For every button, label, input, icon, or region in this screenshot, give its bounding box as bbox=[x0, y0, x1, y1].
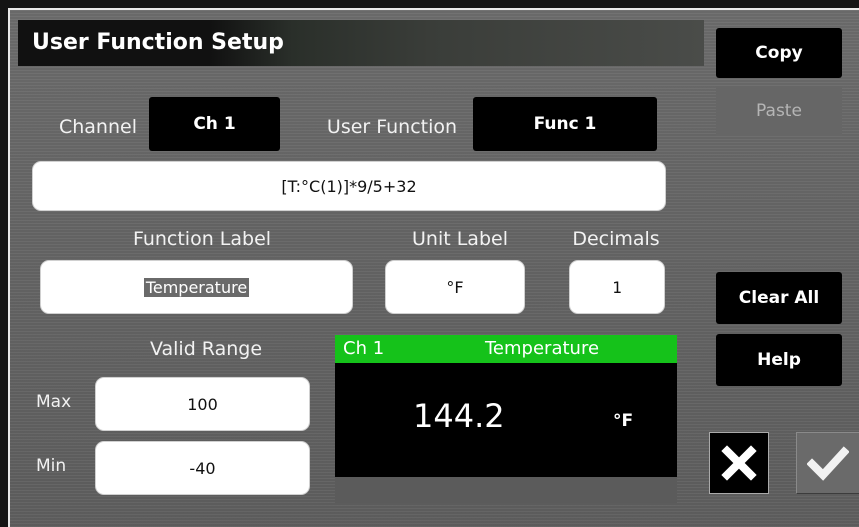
decimals-field[interactable]: 1 bbox=[569, 260, 665, 314]
max-label: Max bbox=[36, 392, 72, 412]
function-label-field[interactable]: Temperature bbox=[40, 260, 353, 314]
preview-unit: °F bbox=[613, 411, 634, 431]
min-field[interactable]: -40 bbox=[95, 441, 310, 495]
valid-range-heading: Valid Range bbox=[149, 338, 263, 360]
min-label: Min bbox=[36, 456, 67, 476]
reading-preview: Ch 1 Temperature 144.2 °F bbox=[335, 335, 677, 503]
check-icon bbox=[807, 446, 849, 481]
user-function-selector[interactable]: Func 1 bbox=[473, 97, 657, 151]
cancel-button[interactable] bbox=[709, 432, 769, 494]
help-button[interactable]: Help bbox=[716, 334, 842, 386]
preview-reading: 144.2 bbox=[413, 397, 505, 435]
function-label-value: Temperature bbox=[143, 277, 250, 297]
user-function-label: User Function bbox=[326, 116, 458, 138]
max-field[interactable]: 100 bbox=[95, 377, 310, 431]
clear-all-button[interactable]: Clear All bbox=[716, 272, 842, 324]
copy-button[interactable]: Copy bbox=[716, 28, 842, 78]
paste-button[interactable]: Paste bbox=[716, 86, 842, 136]
unit-label-field[interactable]: °F bbox=[385, 260, 525, 314]
channel-selector[interactable]: Ch 1 bbox=[149, 97, 280, 151]
close-icon bbox=[721, 445, 757, 481]
function-label-heading: Function Label bbox=[132, 228, 272, 250]
formula-field[interactable]: [T:°C(1)]*9/5+32 bbox=[32, 161, 666, 211]
preview-name: Temperature bbox=[485, 338, 600, 359]
preview-header: Ch 1 Temperature bbox=[335, 335, 677, 363]
unit-label-heading: Unit Label bbox=[412, 228, 508, 250]
confirm-button[interactable] bbox=[796, 432, 859, 494]
preview-channel: Ch 1 bbox=[343, 338, 385, 359]
channel-label: Channel bbox=[58, 116, 137, 138]
decimals-heading: Decimals bbox=[572, 228, 660, 250]
page-title: User Function Setup bbox=[18, 20, 704, 66]
preview-footer bbox=[335, 477, 677, 503]
